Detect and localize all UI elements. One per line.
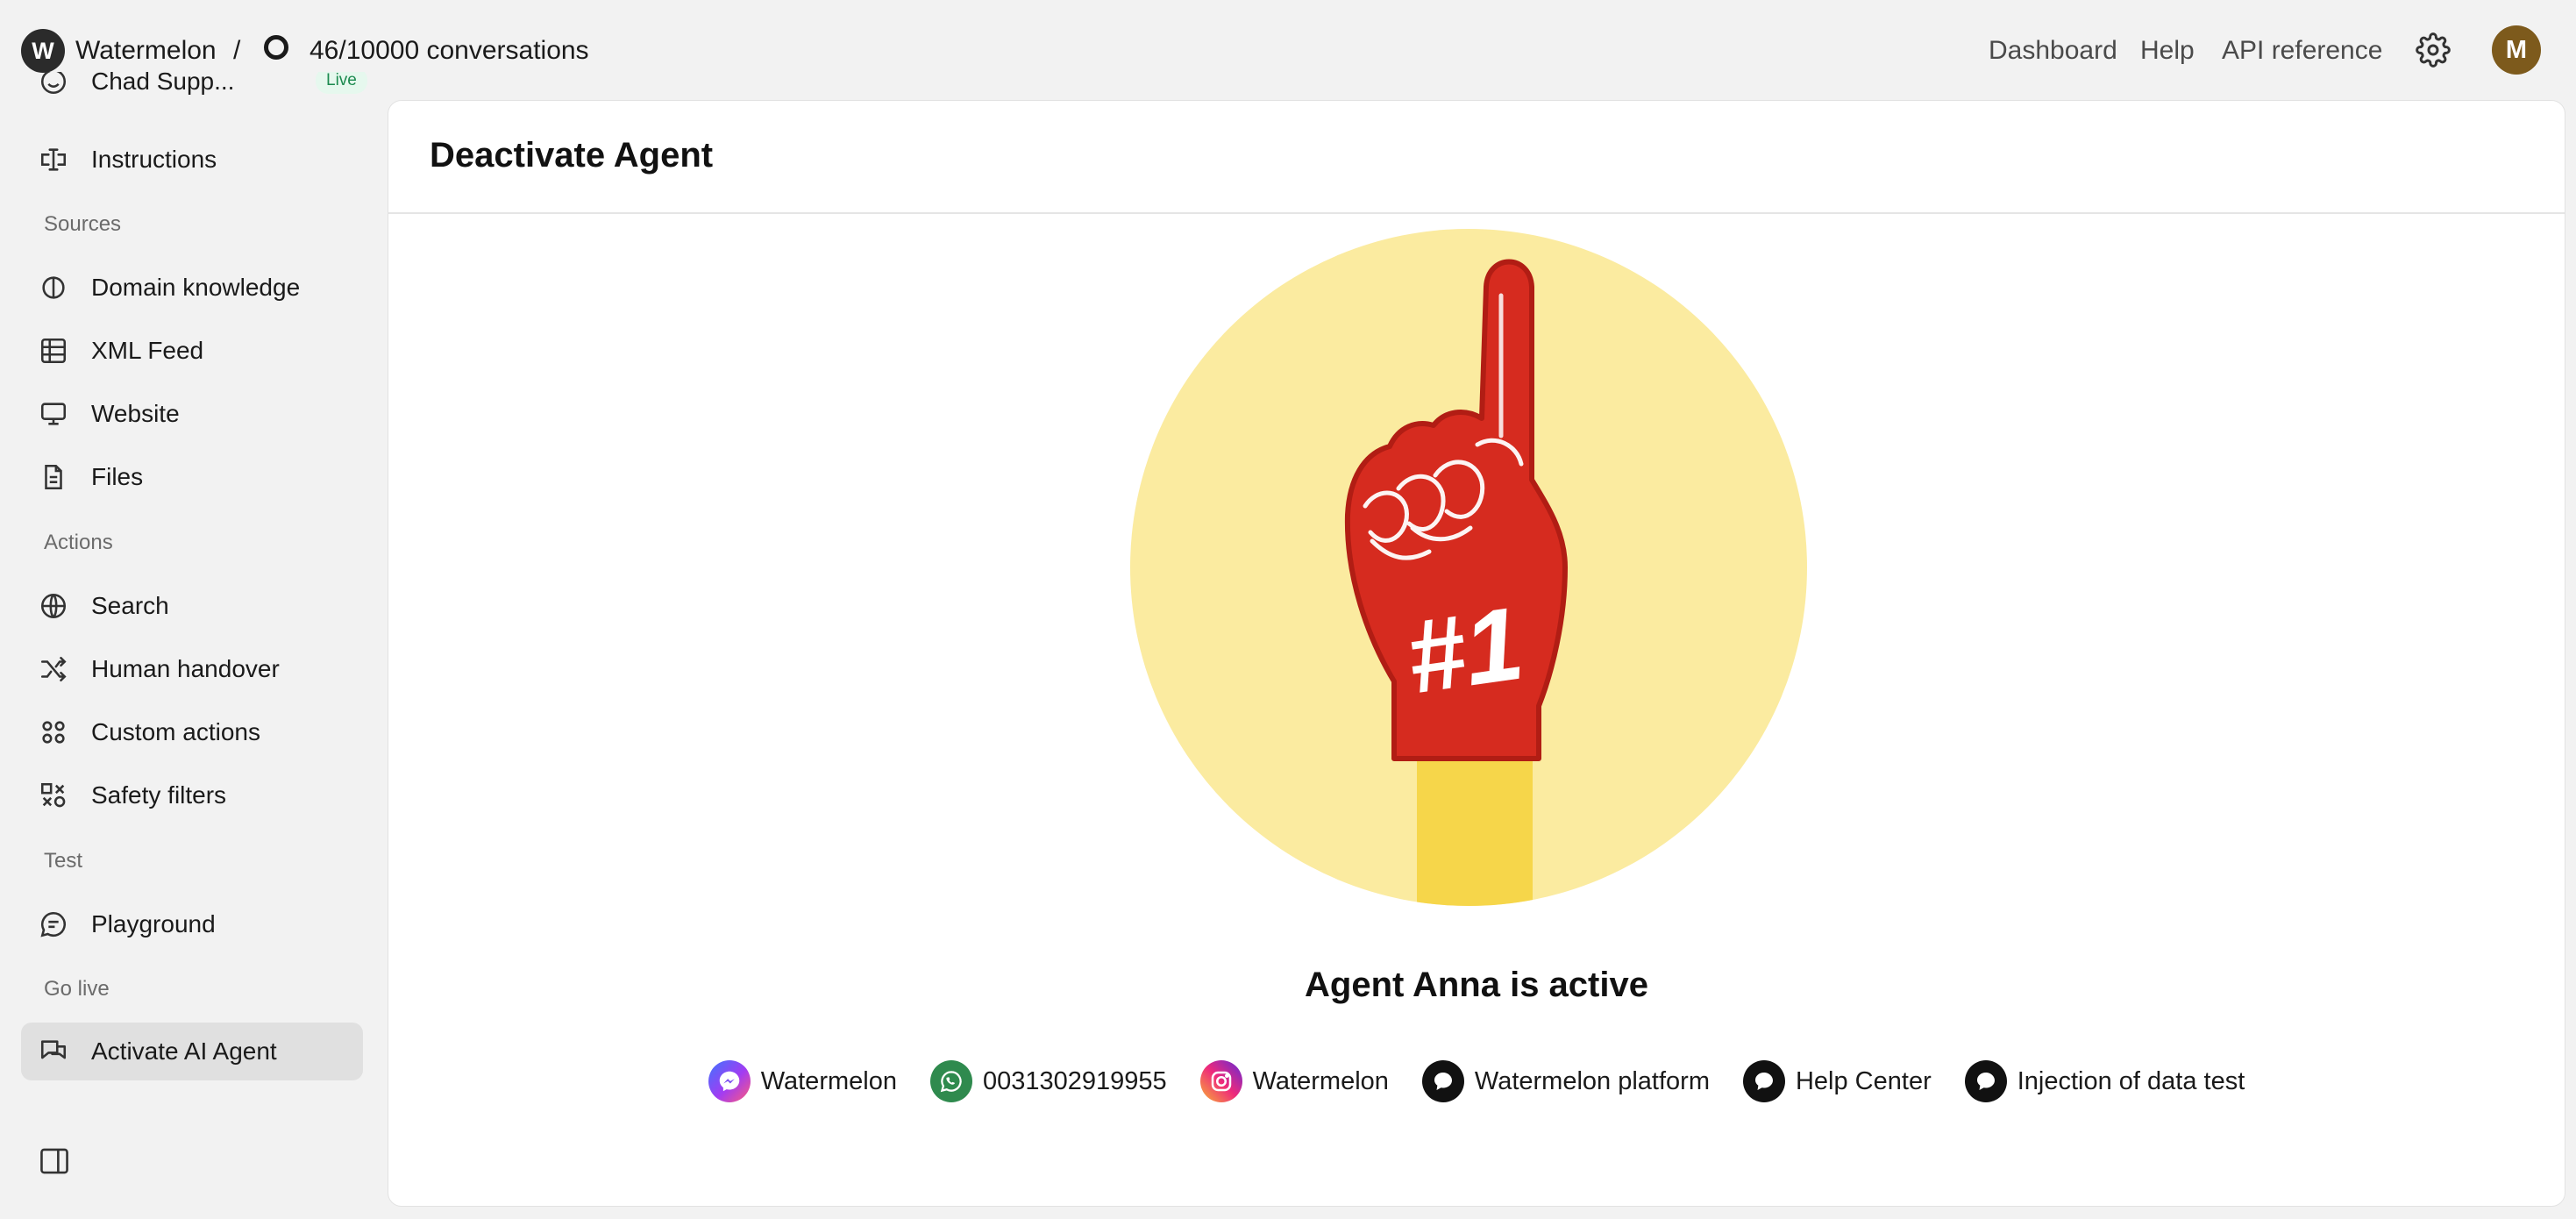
sidebar-item-agent[interactable]: Chad Supp... Live xyxy=(21,72,367,110)
channel-item-help-center[interactable]: Help Center xyxy=(1742,1060,1932,1102)
whatsapp-icon xyxy=(929,1060,972,1102)
sidebar-item-playground[interactable]: Playground xyxy=(21,895,363,953)
channel-label: Watermelon xyxy=(760,1066,897,1095)
agent-status-text: Agent Anna is active xyxy=(1305,966,1648,1004)
sidebar-item-safety-filters[interactable]: Safety filters xyxy=(21,766,363,824)
workspace-name[interactable]: Watermelon xyxy=(75,33,217,68)
instagram-icon xyxy=(1199,1060,1242,1102)
channel-item-watermelon-platform[interactable]: Watermelon platform xyxy=(1421,1060,1710,1102)
chat-bubbles-icon xyxy=(39,1037,68,1066)
nav-api-reference-link[interactable]: API reference xyxy=(2222,33,2382,68)
channel-label: Watermelon platform xyxy=(1474,1066,1710,1095)
conversation-usage: 46/10000 conversations xyxy=(310,36,589,65)
channel-item-injection-of-data-test[interactable]: Injection of data test xyxy=(1964,1060,2245,1102)
sidebar-item-instructions[interactable]: Instructions xyxy=(21,131,363,189)
sidebar-item-human-handover[interactable]: Human handover xyxy=(21,640,363,698)
channel-item-instagram[interactable]: Watermelon xyxy=(1199,1060,1389,1102)
test-section-heading: Test xyxy=(44,849,83,873)
sidebar-item-files[interactable]: Files xyxy=(21,448,363,506)
brain-icon xyxy=(39,273,68,303)
channel-list: Watermelon 0031302919955 Watermelon Wate… xyxy=(388,1060,2565,1102)
chat-bubble-icon xyxy=(1964,1060,2007,1102)
go-live-section-heading: Go live xyxy=(44,977,110,1001)
sidebar-item-label: XML Feed xyxy=(91,337,204,364)
foam-finger-illustration: #1 xyxy=(1130,229,1807,906)
sidebar-item-label: Activate AI Agent xyxy=(91,1037,277,1065)
breadcrumb-separator: / xyxy=(233,36,241,65)
nav-dashboard-link[interactable]: Dashboard xyxy=(1989,33,2117,68)
channel-item-whatsapp[interactable]: 0031302919955 xyxy=(929,1060,1167,1102)
top-bar: W Watermelon / 46/10000 conversations Da… xyxy=(0,0,2576,102)
sidebar-item-activate-ai-agent[interactable]: Activate AI Agent xyxy=(21,1023,363,1080)
actions-section-heading: Actions xyxy=(44,531,113,554)
sidebar-item-label: Human handover xyxy=(91,655,280,682)
sidebar-item-label: Search xyxy=(91,592,169,619)
sidebar-item-label: Domain knowledge xyxy=(91,274,301,301)
sidebar-item-label: Playground xyxy=(91,910,216,937)
shuffle-icon xyxy=(39,654,68,684)
usage-circle-icon xyxy=(264,35,288,60)
sidebar-item-domain-knowledge[interactable]: Domain knowledge xyxy=(21,259,363,317)
channel-label: 0031302919955 xyxy=(982,1066,1167,1095)
monitor-icon xyxy=(39,399,68,429)
channel-label: Injection of data test xyxy=(2017,1066,2245,1095)
channel-label: Watermelon xyxy=(1252,1066,1389,1095)
workspace-logo[interactable]: W xyxy=(21,29,65,73)
user-avatar[interactable]: M xyxy=(2492,25,2541,75)
sidebar-item-search[interactable]: Search xyxy=(21,577,363,635)
channel-label: Help Center xyxy=(1795,1066,1932,1095)
gear-icon[interactable] xyxy=(2416,32,2451,68)
sidebar: Chad Supp... Live Instructions Sources D… xyxy=(0,72,386,1219)
agent-face-icon xyxy=(39,72,68,96)
sidebar-item-website[interactable]: Website xyxy=(21,385,363,443)
nav-help-link[interactable]: Help xyxy=(2140,33,2195,68)
sidebar-item-label: Custom actions xyxy=(91,718,260,745)
channel-item-messenger[interactable]: Watermelon xyxy=(708,1060,897,1102)
chat-bubble-icon xyxy=(1742,1060,1785,1102)
file-icon xyxy=(39,462,68,492)
sidebar-item-label: Safety filters xyxy=(91,781,227,809)
sidebar-item-xml-feed[interactable]: XML Feed xyxy=(21,322,363,380)
grid-dots-icon xyxy=(39,717,68,747)
sidebar-item-label: Website xyxy=(91,400,180,427)
table-icon xyxy=(39,336,68,366)
main-panel: Deactivate Agent #1 Agent Anna is active xyxy=(388,100,2565,1207)
sidebar-toggle-icon[interactable] xyxy=(39,1147,70,1175)
chat-bubble-icon xyxy=(1421,1060,1464,1102)
sidebar-item-custom-actions[interactable]: Custom actions xyxy=(21,703,363,761)
text-cursor-icon xyxy=(39,145,68,175)
page-title: Deactivate Agent xyxy=(430,136,714,175)
live-status-badge: Live xyxy=(316,72,367,94)
sidebar-item-label: Files xyxy=(91,463,144,490)
sources-section-heading: Sources xyxy=(44,212,122,236)
sidebar-item-label: Instructions xyxy=(91,146,217,173)
messenger-icon xyxy=(708,1060,751,1102)
sidebar-item-label: Chad Supp... xyxy=(91,72,235,95)
message-icon xyxy=(39,909,68,939)
illustration-number-text: #1 xyxy=(1400,585,1530,716)
shapes-icon xyxy=(39,781,68,810)
header-divider xyxy=(388,212,2565,214)
globe-icon xyxy=(39,591,68,621)
